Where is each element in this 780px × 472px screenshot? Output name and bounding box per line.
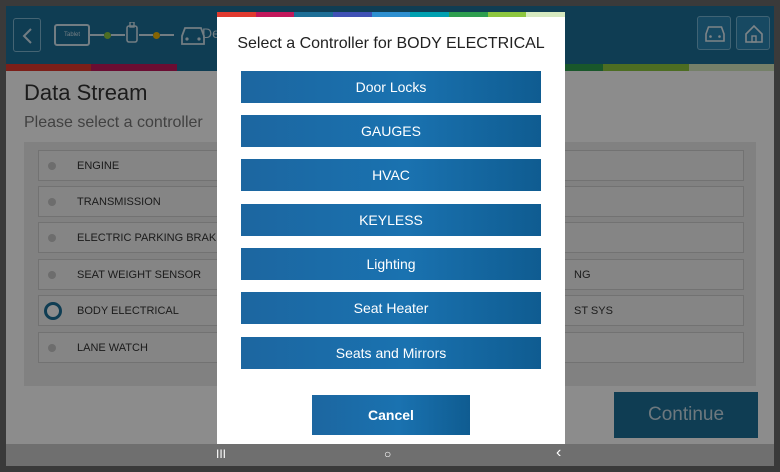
color-strip-segment <box>410 12 450 17</box>
controller-select-dialog: Select a Controller for BODY ELECTRICAL … <box>217 12 566 446</box>
option-seat-heater-button[interactable]: Seat Heater <box>241 292 541 324</box>
color-strip-segment <box>449 12 488 17</box>
color-strip-segment <box>526 12 566 17</box>
color-strip-segment <box>255 12 295 17</box>
color-strip-segment <box>217 12 256 17</box>
dialog-title: Select a Controller for BODY ELECTRICAL <box>237 35 545 52</box>
option-lighting-button[interactable]: Lighting <box>241 248 541 280</box>
tablet-screen: Tablet De Data Stream Please select a co… <box>6 6 774 466</box>
option-hvac-button[interactable]: HVAC <box>241 159 541 191</box>
system-nav-bar: III ○ ‹ <box>6 444 774 466</box>
cancel-button[interactable]: Cancel <box>312 395 470 435</box>
option-seats-and-mirrors-button[interactable]: Seats and Mirrors <box>241 337 541 369</box>
color-strip-segment <box>371 12 411 17</box>
option-gauges-button[interactable]: GAUGES <box>241 115 541 147</box>
color-strip-segment <box>294 12 334 17</box>
color-strip-segment <box>487 12 527 17</box>
color-strip-segment <box>333 12 372 17</box>
option-door-locks-button[interactable]: Door Locks <box>241 71 541 103</box>
option-keyless-button[interactable]: KEYLESS <box>241 204 541 236</box>
home-nav-icon[interactable]: ○ <box>384 447 391 461</box>
back-nav-icon[interactable]: ‹ <box>556 444 561 462</box>
recents-icon[interactable]: III <box>216 447 226 461</box>
dialog-color-strip <box>217 12 566 17</box>
